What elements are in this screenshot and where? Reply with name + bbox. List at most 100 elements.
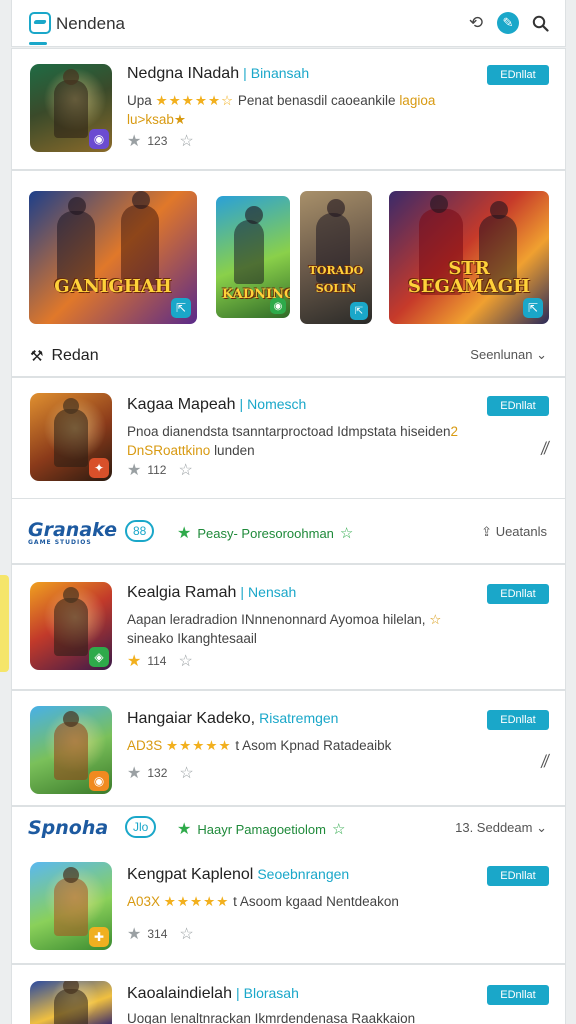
search-icon[interactable]	[529, 12, 551, 34]
share-icon[interactable]: ⇱	[350, 302, 368, 320]
download-button[interactable]: EDnllat	[487, 985, 549, 1005]
app-name: Kealgia Ramah	[127, 584, 237, 601]
download-button[interactable]: EDnllat	[487, 65, 549, 85]
app-description: A03X ★★★★★ t Asoom kgaad Nentdeakon	[127, 892, 472, 911]
app-thumbnail	[30, 981, 112, 1024]
star-outline: ☆	[221, 93, 235, 108]
banner-title: GANIGHAH	[54, 276, 172, 297]
rating-row: ★ 114 ☆	[127, 651, 193, 671]
star-icon: ★	[127, 765, 142, 782]
platform-badge-icon: ◉	[270, 298, 286, 314]
rating-row: ★ 314 ☆	[127, 924, 194, 944]
banner-title: STR SEGAMAGH	[407, 258, 531, 297]
section-title: Redan	[51, 347, 99, 364]
banner-1[interactable]: GANIGHAH ⇱	[29, 191, 197, 324]
desc-highlight: ☆	[429, 612, 442, 627]
star-icon: ★	[127, 926, 142, 943]
desc-highlight: lagioa	[399, 93, 436, 108]
download-button[interactable]: EDnllat	[487, 396, 549, 416]
separator: |	[239, 396, 244, 412]
developer-name[interactable]: Nensah	[248, 584, 296, 600]
share-icon[interactable]: ⇱	[523, 298, 543, 318]
desc-line2-highlight: DnSRoattkino	[127, 443, 211, 458]
app-name: Kengpat Kaplenol	[127, 866, 254, 883]
edit-pen-icon[interactable]: ⁄⁄	[541, 438, 551, 460]
separator: |	[235, 985, 240, 1001]
list-item[interactable]: ✦ Kagaa Mapeah | Nomesch Pnoa dianendsta t…	[11, 377, 566, 499]
app-title: Kengpat Kaplenol Seoebnrangen	[127, 866, 349, 884]
desc-line2: lu>ksab★	[127, 112, 187, 127]
developer-name[interactable]: Seoebnrangen	[257, 866, 349, 882]
promo-bar[interactable]: Granake GAME STUDIOS 88 ★ Peasy- Poresoro…	[11, 498, 566, 564]
favorite-icon[interactable]: ☆	[179, 924, 193, 944]
download-button[interactable]: EDnllat	[487, 866, 549, 886]
desc-prefix: A03X	[127, 894, 161, 909]
list-item[interactable]: ◈ Kealgia Ramah | Nensah Aapan leradradion…	[11, 564, 566, 690]
download-button[interactable]: EDnllat	[487, 710, 549, 730]
character-art	[54, 711, 88, 780]
promo-count-badge: 88	[125, 520, 155, 542]
favorite-icon[interactable]: ☆	[179, 763, 193, 783]
separator: |	[243, 65, 247, 81]
desc-line2: sineako Ikanghtesaail	[127, 631, 257, 646]
app-name: Kagaa Mapeah	[127, 396, 236, 413]
star-outline-icon: ☆	[339, 525, 354, 542]
developer-name[interactable]: Blorasah	[244, 985, 299, 1001]
download-button[interactable]: EDnllat	[487, 584, 549, 604]
promo-text: ★ Peasy- Poresoroohman ☆	[177, 523, 353, 543]
star-rating: ★★★★★	[155, 93, 222, 108]
banner-3[interactable]: TORADO SOLIN ⇱	[300, 191, 372, 324]
chevron-down-icon: ⌄	[536, 347, 547, 362]
banner-title: TORADO SOLIN	[308, 264, 364, 295]
desc-text: Aapan leradradion INnnenonnard Ayomoa hi…	[127, 612, 426, 627]
section-header: ⚒ Redan	[30, 347, 99, 365]
list-item[interactable]: Kaoalaindielah | Blorasah Uogan lenaltnrac…	[11, 964, 566, 1024]
app-title: Hangaiar Kadeko, Risatremgen	[127, 710, 338, 728]
promo-details-link[interactable]: ⇪ Ueatanls	[481, 524, 547, 540]
app-description: Pnoa dianendsta tsanntarproctoad Idmpsta…	[127, 422, 472, 460]
platform-badge-icon: ◉	[89, 771, 109, 791]
promo-details-label: Ueatanls	[495, 524, 547, 539]
rating-count: 123	[147, 134, 168, 148]
share-icon[interactable]: ⇱	[171, 298, 191, 318]
star-icon: ★	[177, 821, 192, 838]
desc-prefix: AD3S	[127, 738, 163, 753]
promo-logo: Spnoha	[28, 817, 109, 839]
app-title: Kaoalaindielah | Blorasah	[127, 985, 299, 1003]
promo-logo-text: Granake	[28, 519, 117, 541]
list-item[interactable]: ◉ Hangaiar Kadeko, Risatremgen AD3S ★★★★★…	[11, 690, 566, 806]
banner-2[interactable]: KADNING ◉	[216, 196, 290, 318]
featured-app-card[interactable]: ◉ Nedgna INadah | Binansah Upa ★★★★★☆ Pena…	[11, 48, 566, 170]
platform-badge-icon: ◈	[89, 647, 109, 667]
app-description: Upa ★★★★★☆ Penat benasdil caoeankile lag…	[127, 91, 472, 129]
developer-name[interactable]: Risatremgen	[259, 710, 338, 726]
share-icon: ⇪	[481, 524, 493, 539]
see-all-link[interactable]: Seenlunan ⌄	[470, 347, 547, 363]
star-icon: ★	[127, 462, 142, 479]
developer-name[interactable]: Binansah	[251, 65, 309, 81]
desc-text: t Asoom kgaad Nentdeakon	[233, 894, 399, 909]
banner-4[interactable]: STR SEGAMAGH ⇱	[389, 191, 549, 324]
favorite-icon[interactable]: ☆	[178, 651, 192, 671]
favorite-icon[interactable]: ☆	[179, 131, 193, 151]
app-thumbnail: ◉	[30, 64, 112, 152]
banner-carousel: GANIGHAH ⇱ KADNING ◉ TORADO SOLIN ⇱ STR …	[11, 170, 566, 377]
promo-text: ★ Haayr Pamagoetiolom ☆	[177, 819, 345, 839]
app-logo-icon[interactable]	[29, 12, 51, 34]
refresh-icon[interactable]: ⟲	[465, 12, 487, 34]
desc-text: t Asom Kpnad Ratadeaibk	[235, 738, 392, 753]
promo-details-link[interactable]: 13. Seddeam ⌄	[455, 820, 547, 836]
developer-name[interactable]: Nomesch	[247, 396, 306, 412]
app-title: Nendena	[56, 14, 126, 33]
edit-pen-icon[interactable]: ⁄⁄	[541, 751, 551, 773]
character-art	[54, 981, 88, 1024]
promo-bar[interactable]: Spnoha Jlo ★ Haayr Pamagoetiolom ☆ 13. S…	[11, 806, 566, 846]
scroll-accent	[0, 575, 9, 672]
see-all-label: Seenlunan	[470, 347, 533, 362]
star-outline-icon: ☆	[331, 821, 346, 838]
edit-icon[interactable]: ✎	[497, 12, 519, 34]
list-item[interactable]: ✚ Kengpat Kaplenol Seoebnrangen A03X ★★★★…	[11, 846, 566, 964]
favorite-icon[interactable]: ☆	[178, 460, 192, 480]
app-title: Kagaa Mapeah | Nomesch	[127, 396, 306, 414]
rating-count: 314	[147, 927, 168, 941]
